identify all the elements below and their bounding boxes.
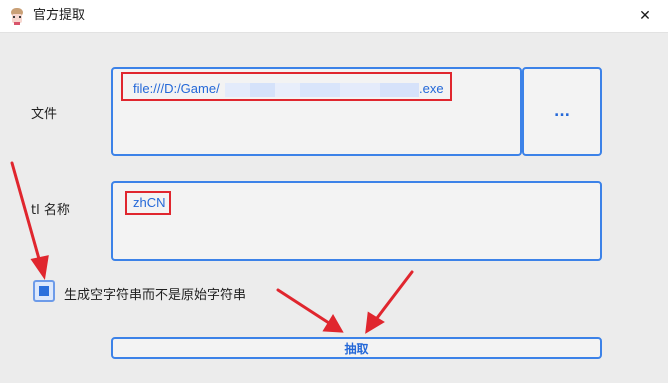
file-label: 文件 [31, 107, 58, 122]
redacted-path-block [275, 83, 300, 97]
extract-button[interactable]: 抽取 [111, 337, 602, 359]
file-path-prefix: file:///D:/Game/ [133, 81, 220, 96]
main-window: 官方提取 ✕ 文件 file:///D:/Game/ .exe ... tl 名… [0, 0, 668, 383]
app-icon [11, 8, 23, 25]
redacted-path-block [380, 83, 419, 97]
arrow-to-extract-left [276, 288, 334, 327]
browse-button[interactable]: ... [522, 67, 602, 156]
close-button[interactable]: ✕ [622, 0, 668, 32]
file-path-suffix: .exe [419, 81, 444, 96]
tl-name-field[interactable] [111, 181, 602, 261]
arrow-head-extract-right-icon [365, 311, 385, 334]
redacted-path-block [300, 83, 340, 97]
title-bar: 官方提取 ✕ [0, 0, 668, 33]
arrow-to-extract-right [372, 270, 414, 324]
tl-name-value: zhCN [133, 195, 166, 210]
window-title: 官方提取 [33, 8, 86, 23]
close-icon: ✕ [639, 8, 651, 24]
redacted-path-block [225, 83, 250, 97]
empty-string-checkbox[interactable] [33, 280, 55, 302]
tl-name-label: tl 名称 [31, 203, 70, 218]
redacted-path-block [340, 83, 380, 97]
arrow-head-checkbox-icon [30, 255, 49, 280]
arrow-head-extract-left-icon [322, 314, 344, 333]
checkbox-checkmark [39, 286, 49, 296]
redacted-path-block [250, 83, 275, 97]
checkbox-label: 生成空字符串而不是原始字符串 [64, 288, 247, 303]
